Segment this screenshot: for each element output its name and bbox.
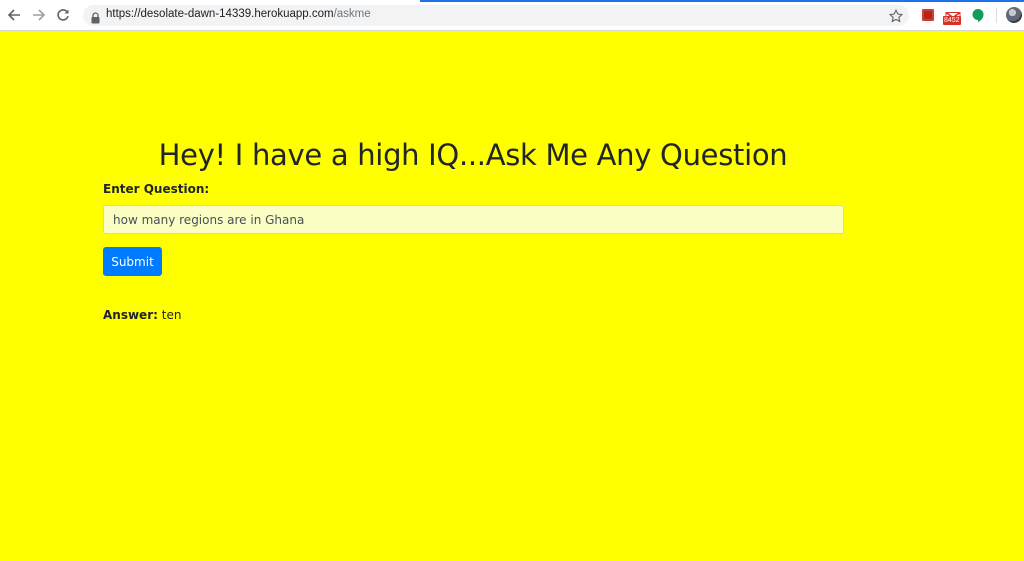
answer-value: ten [161, 308, 182, 322]
mail-count-badge: 8452 [943, 16, 961, 25]
tab-strip-edge [0, 0, 1024, 2]
question-input[interactable] [103, 205, 844, 234]
forward-icon[interactable] [31, 7, 47, 23]
question-label: Enter Question: [103, 182, 210, 196]
toolbar-divider [996, 8, 997, 23]
lock-icon [91, 9, 100, 28]
address-bar[interactable]: https://desolate-dawn-14339.herokuapp.co… [83, 5, 909, 26]
page-title: Hey! I have a high IQ...Ask Me Any Quest… [158, 138, 788, 172]
answer-line: Answer: ten [103, 308, 181, 322]
submit-button[interactable]: Submit [103, 247, 162, 276]
url-host: https://desolate-dawn-14339.herokuapp.co… [106, 8, 334, 20]
url-text: https://desolate-dawn-14339.herokuapp.co… [106, 8, 371, 20]
url-path: /askme [333, 8, 371, 20]
bookmark-extension-icon[interactable] [921, 7, 937, 23]
browser-toolbar: https://desolate-dawn-14339.herokuapp.co… [0, 0, 1024, 31]
back-icon[interactable] [6, 7, 22, 23]
answer-label: Answer: [103, 308, 158, 322]
gmail-extension-icon[interactable]: 8452 [943, 7, 961, 25]
profile-avatar[interactable] [1006, 7, 1022, 23]
bookmark-star-icon[interactable] [888, 8, 904, 27]
reload-icon[interactable] [55, 7, 71, 23]
hangouts-extension-icon[interactable] [971, 7, 987, 23]
